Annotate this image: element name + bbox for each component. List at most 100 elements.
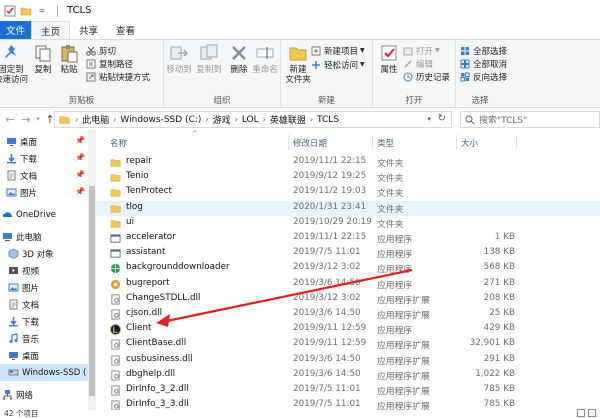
nav-item-documents-pinned[interactable]: 文档 📌 [0, 167, 88, 184]
easy-access-button[interactable]: 轻松访问 ▼ [311, 58, 365, 71]
new-folder-button[interactable]: 新建 文件夹 [281, 43, 315, 85]
nav-item-windows-ssd[interactable]: Windows-SSD ( [0, 364, 88, 381]
column-divider[interactable] [516, 135, 517, 150]
file-row[interactable]: backgrounddownloader 2019/3/12 3:02 应用程序 56… [96, 261, 600, 276]
nav-item-music[interactable]: 音乐 [0, 330, 88, 347]
nav-item-pictures-pinned[interactable]: 图片 📌 [0, 184, 88, 201]
breadcrumb-league[interactable]: 英雄联盟 [270, 113, 306, 126]
tab-view[interactable]: 查看 [107, 21, 144, 39]
recent-chevron-icon[interactable]: ▾ [34, 111, 42, 127]
customize-toolbar-icon[interactable]: = [36, 5, 48, 17]
file-date: 2019/9/11 12:59 [293, 338, 367, 349]
breadcrumb-tcls[interactable]: TCLS [317, 115, 339, 125]
file-row[interactable]: ChangeSTDLL.dll 2019/3/12 3:02 应用程序扩展 208 K… [96, 292, 600, 307]
move-to-icon [170, 46, 189, 60]
nav-item-label: 文档 [22, 300, 40, 311]
column-date[interactable]: 修改日期 [293, 137, 327, 149]
back-arrow-icon[interactable]: ← [2, 111, 18, 127]
nav-scrollbar[interactable] [88, 130, 96, 410]
column-name[interactable]: 名称 [110, 137, 127, 149]
folder-icon [110, 157, 121, 168]
breadcrumb-games[interactable]: 游戏 [213, 113, 231, 126]
nav-item-downloads-pinned[interactable]: 下载 📌 [0, 150, 88, 167]
file-row[interactable]: Client 2019/9/11 12:59 应用程序 429 KB [96, 322, 600, 337]
history-button[interactable]: 历史记录 [403, 70, 450, 83]
nav-item-pictures[interactable]: 图片 [0, 279, 88, 296]
address-bar[interactable]: › 此电脑 › Windows-SSD (C:) › 游戏 › LOL › 英雄… [54, 111, 452, 128]
file-name: dbghelp.dll [126, 368, 176, 379]
nav-item-onedrive[interactable]: OneDrive [0, 206, 88, 223]
file-row[interactable]: dbghelp.dll 2019/3/6 14:50 应用程序扩展 1,022 KB [96, 368, 600, 383]
file-row[interactable]: ui 2019/10/29 20:19 文件夹 [96, 216, 600, 231]
paste-button[interactable]: 粘贴 [52, 43, 86, 75]
nav-item-downloads[interactable]: 下载 [0, 313, 88, 330]
nav-item-this-pc[interactable]: 此电脑 [0, 228, 88, 245]
tab-share[interactable]: 共享 [70, 21, 107, 39]
paste-shortcut-button[interactable]: 粘贴快捷方式 [86, 70, 150, 83]
breadcrumb-this-pc[interactable]: 此电脑 [82, 113, 109, 126]
file-size: 32,901 KB [469, 338, 515, 349]
forward-arrow-icon[interactable]: → [18, 111, 34, 127]
tab-home[interactable]: 主页 [31, 21, 71, 39]
nav-item-videos[interactable]: 视频 [0, 262, 88, 279]
nav-scrollbar-thumb[interactable] [89, 186, 95, 396]
cut-button[interactable]: 剪切 [86, 44, 116, 57]
download-icon [6, 153, 17, 164]
file-row[interactable]: cjson.dll 2019/3/6 14:50 应用程序扩展 25 KB [96, 307, 600, 322]
file-row[interactable]: bugreport 2019/3/6 14:50 应用程序 271 KB [96, 277, 600, 292]
open-icon [403, 47, 413, 55]
select-all-button[interactable]: 全部选择 [460, 44, 507, 57]
nav-item-desktop[interactable]: 桌面 [0, 347, 88, 364]
address-dropdown-icon[interactable]: ▾ [427, 115, 431, 123]
pin-icon[interactable]: 📌 [75, 153, 85, 162]
nav-item-network[interactable]: 网络 [0, 386, 88, 403]
file-row[interactable]: accelerator 2019/11/1 22:15 应用程序 1 KB [96, 231, 600, 246]
pin-icon[interactable]: 📌 [75, 136, 85, 145]
file-type: 文件夹 [377, 204, 404, 215]
column-divider[interactable] [288, 135, 289, 150]
properties-quick-icon[interactable] [4, 5, 16, 17]
picture-icon [8, 282, 19, 293]
refresh-icon[interactable]: ↻ [438, 113, 446, 124]
column-type[interactable]: 类型 [377, 137, 394, 149]
large-icons-view-icon[interactable] [588, 409, 596, 417]
file-row[interactable]: Tenio 2019/9/12 19:25 文件夹 [96, 170, 600, 185]
properties-button[interactable]: 属性 [372, 43, 406, 75]
column-divider[interactable] [372, 135, 373, 150]
edit-button[interactable]: 编辑 [403, 57, 433, 70]
breadcrumb-lol[interactable]: LOL [242, 115, 259, 125]
invert-selection-button[interactable]: 反向选择 [460, 70, 507, 83]
new-item-button[interactable]: 新建项目 ▼ [311, 44, 365, 57]
file-row[interactable]: cusbusiness.dll 2019/3/6 14:50 应用程序扩展 291 K… [96, 353, 600, 368]
select-none-button[interactable]: 全部取消 [460, 57, 507, 70]
file-row[interactable]: DirInfo_3_3.dll 2019/7/5 11:01 应用程序扩展 785 K… [96, 398, 600, 410]
nav-item-label: Windows-SSD ( [22, 367, 87, 378]
file-row[interactable]: repair 2019/11/1 22:15 文件夹 [96, 155, 600, 170]
pin-quick-access-button[interactable]: 固定到 快速访问 [0, 43, 29, 85]
nav-item-3d-objects[interactable]: 3D 对象 [0, 245, 88, 262]
breadcrumb-drive[interactable]: Windows-SSD (C:) [120, 115, 201, 125]
details-view-icon[interactable] [577, 409, 585, 417]
copy-path-button[interactable]: 复制路径 [86, 57, 133, 70]
column-size[interactable]: 大小 [461, 137, 478, 149]
folder-icon [110, 172, 121, 183]
pin-icon[interactable]: 📌 [75, 170, 85, 179]
folder-quick-icon[interactable] [20, 5, 32, 17]
open-button[interactable]: 打开 ▼ [403, 44, 440, 57]
rename-button[interactable]: 重命名 [248, 43, 282, 75]
properties-label: 属性 [380, 65, 398, 75]
nav-item-documents[interactable]: 文档 [0, 296, 88, 313]
search-input[interactable]: 搜索"TCLS" [460, 111, 600, 128]
pin-icon[interactable]: 📌 [75, 187, 85, 196]
file-size: 25 KB [489, 308, 515, 318]
column-divider[interactable] [456, 135, 457, 150]
file-row[interactable]: tlog 2020/1/31 23:41 文件夹 [96, 200, 600, 216]
file-row[interactable]: assistant 2019/7/5 11:01 应用程序 138 KB [96, 246, 600, 261]
file-row[interactable]: DirInfo_3_2.dll 2019/7/5 11:01 应用程序扩展 785 K… [96, 383, 600, 398]
nav-item-desktop-pinned[interactable]: 桌面 📌 [0, 133, 88, 150]
clipboard-group-label: 剪贴板 [68, 96, 95, 106]
file-row[interactable]: ClientBase.dll 2019/9/11 12:59 应用程序扩展 32,90… [96, 337, 600, 352]
file-row[interactable]: TenProtect 2019/11/2 19:03 文件夹 [96, 185, 600, 200]
pin-label: 固定到 快速访问 [0, 65, 29, 85]
tab-file[interactable]: 文件 [0, 21, 32, 39]
